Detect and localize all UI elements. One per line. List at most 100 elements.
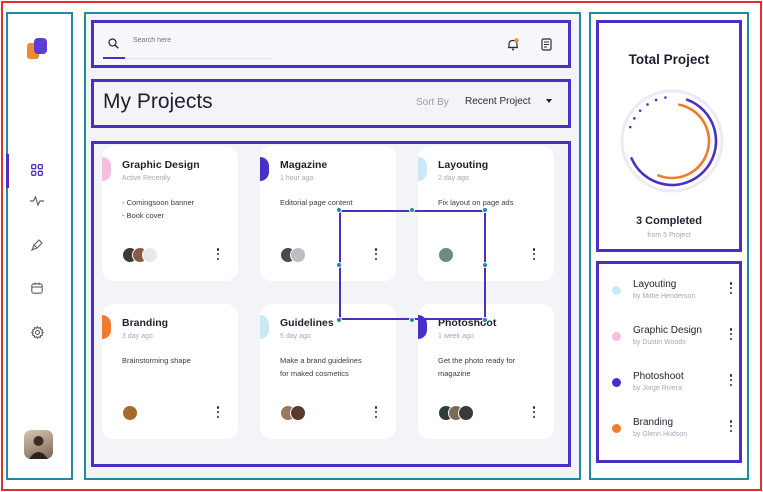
resize-handle[interactable]: [336, 317, 342, 323]
card-description: Brainstorming shape: [122, 356, 191, 365]
list-item[interactable]: Photoshoot by Jorge Rivera: [606, 371, 740, 399]
avatar: [458, 405, 474, 421]
resize-handle[interactable]: [482, 317, 488, 323]
avatar: [122, 405, 138, 421]
card-color-tab: [418, 157, 427, 181]
ring-dot: [632, 117, 636, 120]
more-options-icon[interactable]: [216, 406, 220, 418]
card-subtitle: 1 hour ago: [280, 175, 314, 182]
card-color-tab: [102, 315, 111, 339]
ring-arc-completed: [630, 98, 718, 187]
resize-handle[interactable]: [336, 207, 342, 213]
ring-arc-inner: [657, 103, 711, 180]
gear-icon[interactable]: [28, 323, 46, 341]
avatar: [290, 405, 306, 421]
search-icon[interactable]: [108, 36, 119, 54]
sort-dropdown[interactable]: Recent Project: [465, 96, 531, 107]
more-options-icon[interactable]: [532, 406, 536, 418]
card-description: Get the photo ready for magazine: [438, 356, 516, 378]
card-subtitle: 5 day ago: [280, 333, 311, 340]
card-description: Fix layout on page ads: [438, 198, 514, 207]
notification-bell-icon[interactable]: [507, 38, 519, 56]
card-subtitle: 3 day ago: [122, 333, 153, 340]
selection-box[interactable]: [339, 210, 486, 320]
sort-label: Sort By: [416, 97, 449, 108]
ring-dots: [628, 96, 667, 129]
list-item-owner: by Mittie Henderson: [633, 293, 696, 300]
grid-icon[interactable]: [28, 161, 46, 179]
project-card[interactable]: Branding 3 day ago Brainstorming shape: [102, 304, 238, 439]
project-color-dot: [612, 424, 621, 433]
list-item-owner: by Dustin Woods: [633, 339, 686, 346]
search-underline: [103, 57, 273, 59]
more-options-icon[interactable]: [729, 282, 733, 294]
card-avatars: [280, 247, 306, 263]
progress-ring: [620, 89, 724, 193]
list-item-name: Graphic Design: [633, 325, 702, 336]
app-logo: [27, 38, 49, 60]
card-title: Layouting: [438, 159, 489, 171]
avatar: [290, 247, 306, 263]
card-description: - Comingsoon banner - Book cover: [122, 198, 195, 220]
list-item-name: Layouting: [633, 279, 677, 290]
avatar: [142, 247, 158, 263]
list-item[interactable]: Graphic Design by Dustin Woods: [606, 325, 740, 353]
resize-handle[interactable]: [409, 317, 415, 323]
card-subtitle: 1 week ago: [438, 333, 474, 340]
project-color-dot: [612, 332, 621, 341]
user-avatar[interactable]: [24, 430, 53, 459]
project-color-dot: [612, 378, 621, 387]
top-bar: [91, 20, 571, 68]
card-title: Guidelines: [280, 317, 334, 329]
resize-handle[interactable]: [482, 207, 488, 213]
list-item-name: Branding: [633, 417, 674, 428]
resize-handle[interactable]: [336, 262, 342, 268]
total-count: from 5 Project: [647, 232, 691, 239]
list-item[interactable]: Branding by Glenn Hudson: [606, 417, 740, 445]
card-subtitle: Active Recently: [122, 175, 171, 182]
activity-icon[interactable]: [28, 192, 46, 210]
sidebar: [6, 12, 73, 480]
more-options-icon[interactable]: [374, 406, 378, 418]
more-options-icon[interactable]: [729, 374, 733, 386]
card-avatars: [438, 405, 474, 421]
card-subtitle: 2 day ago: [438, 175, 469, 182]
project-color-dot: [612, 286, 621, 295]
list-item-owner: by Jorge Rivera: [633, 385, 683, 392]
more-options-icon[interactable]: [532, 248, 536, 260]
active-indicator: [6, 154, 9, 188]
calendar-icon[interactable]: [28, 279, 46, 297]
card-title: Graphic Design: [122, 159, 200, 171]
more-options-icon[interactable]: [216, 248, 220, 260]
more-options-icon[interactable]: [729, 328, 733, 340]
card-title: Magazine: [280, 159, 328, 171]
card-avatars: [280, 405, 306, 421]
chevron-down-icon[interactable]: [546, 99, 552, 103]
project-card[interactable]: Graphic Design Active Recently - Comings…: [102, 146, 238, 281]
resize-handle[interactable]: [409, 207, 415, 213]
ring-dot: [646, 103, 649, 106]
search-input[interactable]: [133, 37, 263, 44]
completed-count: 3 Completed: [635, 215, 702, 227]
card-color-tab: [260, 157, 269, 181]
card-color-tab: [102, 157, 111, 181]
notes-icon[interactable]: [541, 38, 553, 56]
card-avatars: [122, 247, 158, 263]
ring-dot: [628, 125, 632, 129]
page-title: My Projects: [103, 90, 213, 113]
ring-dot: [638, 109, 642, 112]
card-description: Make a brand guidelines for maked cosmeti…: [280, 356, 362, 378]
card-color-tab: [260, 315, 269, 339]
more-options-icon[interactable]: [729, 420, 733, 432]
ring-dot: [654, 98, 658, 102]
ring-dot: [664, 96, 667, 99]
resize-handle[interactable]: [482, 262, 488, 268]
card-title: Branding: [122, 317, 169, 329]
project-card[interactable]: Photoshoot 1 week ago Get the photo read…: [418, 304, 554, 439]
project-card[interactable]: Guidelines 5 day ago Make a brand guidel…: [260, 304, 396, 439]
list-item-name: Photoshoot: [633, 371, 684, 382]
total-project-title: Total Project: [628, 52, 710, 67]
card-avatars: [122, 405, 138, 421]
pen-tool-icon[interactable]: [28, 236, 46, 254]
list-item[interactable]: Layouting by Mittie Henderson: [606, 279, 740, 307]
